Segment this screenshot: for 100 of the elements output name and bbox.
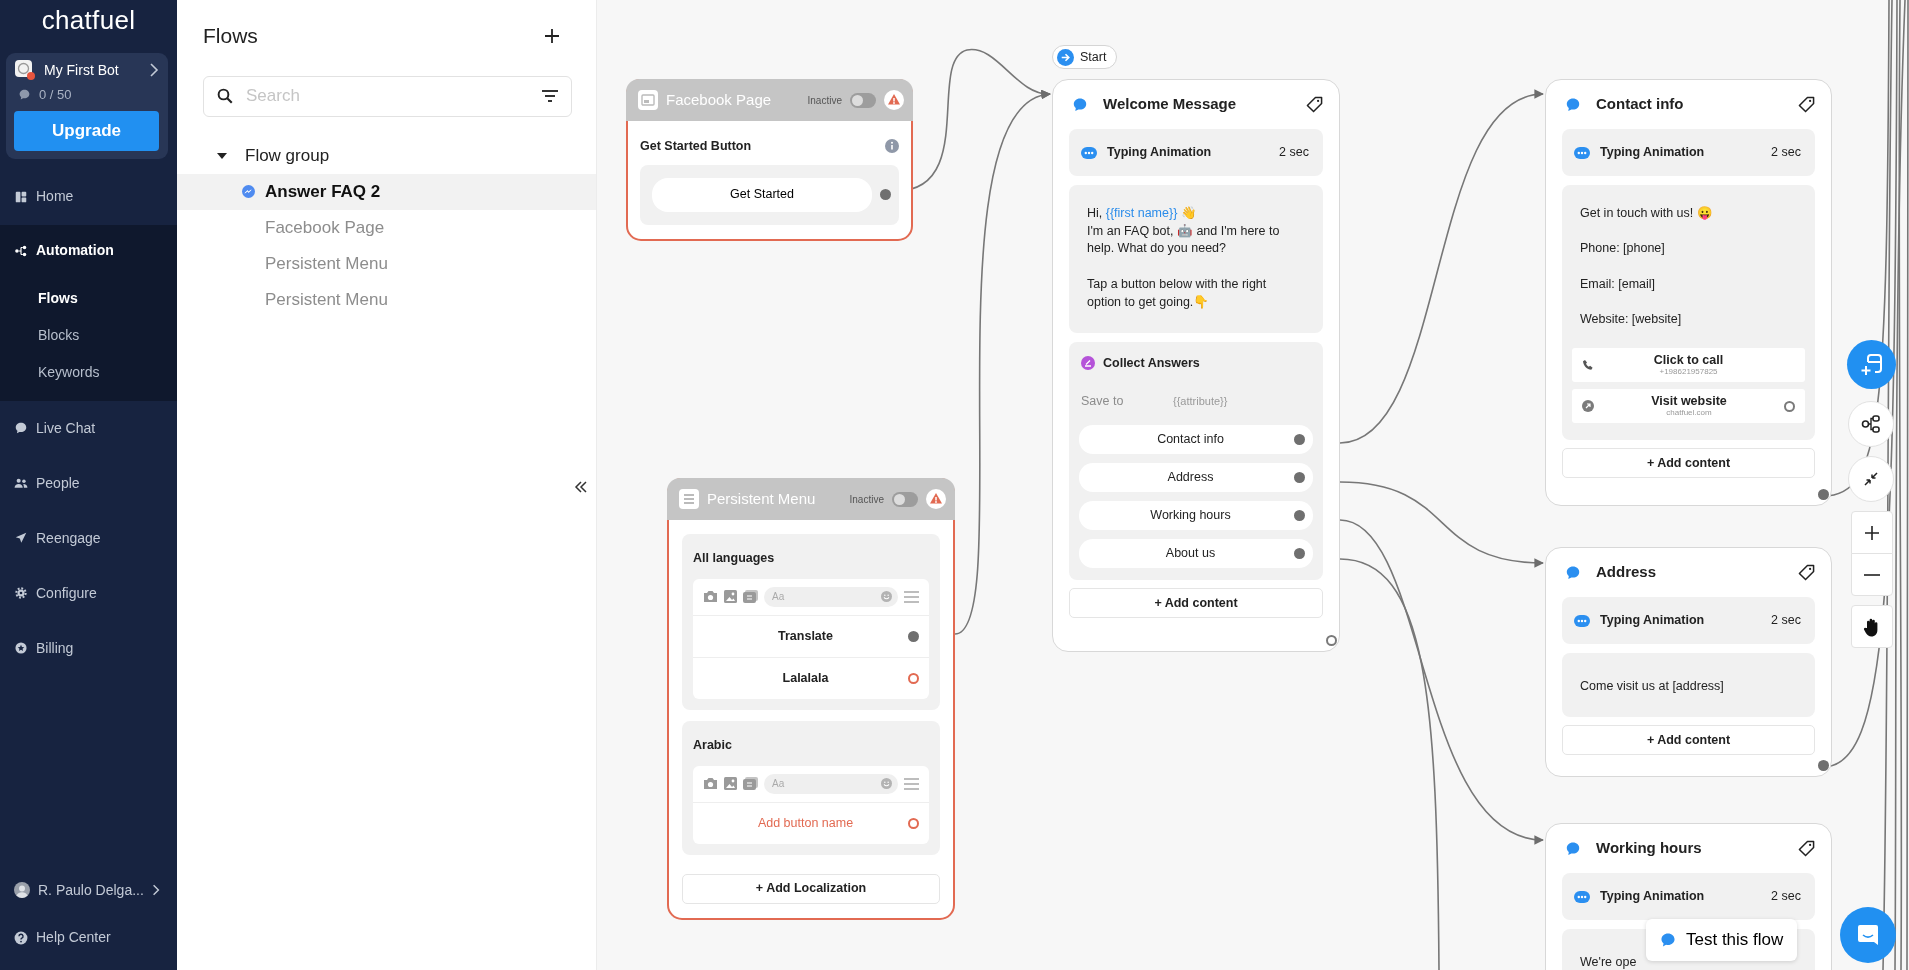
menu-button[interactable]: Translate: [693, 614, 929, 657]
message-button[interactable]: Click to call +198621957825: [1572, 348, 1805, 383]
button-title: Visit website: [1650, 394, 1728, 408]
connection-port[interactable]: [1294, 434, 1305, 445]
node-title: Persistent Menu: [707, 488, 817, 509]
tag-icon[interactable]: [1798, 96, 1815, 113]
camera-icon: [703, 777, 718, 790]
tag-icon[interactable]: [1306, 96, 1323, 113]
answer-button[interactable]: Contact info: [1079, 425, 1313, 454]
bot-avatar-icon: [14, 59, 36, 81]
answer-button[interactable]: Working hours: [1079, 501, 1313, 530]
composer-field[interactable]: Aa: [764, 773, 898, 794]
nav-item[interactable]: Configure: [0, 565, 177, 621]
card-title: Typing Animation: [1600, 888, 1705, 906]
connection-port[interactable]: [1326, 635, 1337, 646]
chevron-right-icon: [151, 884, 160, 896]
nav-item[interactable]: Live Chat: [0, 400, 177, 456]
connection-port[interactable]: [908, 630, 919, 642]
settings-icon: [14, 586, 28, 600]
fit-view-button[interactable]: [1848, 456, 1894, 502]
flow-group-row[interactable]: Flow group: [177, 137, 596, 174]
add-content-button[interactable]: + Add content: [1562, 448, 1815, 479]
button-title: Click to call: [1652, 353, 1725, 367]
gif-icon: [743, 590, 758, 604]
connection-port[interactable]: [880, 189, 891, 201]
message-input-field[interactable]: Aa: [770, 588, 810, 606]
chevron-right-icon[interactable]: [149, 63, 159, 77]
gif-icon: [743, 777, 758, 790]
bot-name[interactable]: My First Bot: [44, 59, 141, 81]
pan-button[interactable]: [1851, 605, 1893, 648]
block-title: Address: [1596, 562, 1658, 583]
connection-port[interactable]: [1818, 760, 1829, 771]
nav-item[interactable]: Home: [0, 168, 177, 225]
nav-subitem[interactable]: Flows: [0, 279, 177, 317]
menu-icon: [679, 489, 699, 509]
status-label: Inactive: [807, 93, 842, 108]
nav-item[interactable]: Automation: [0, 224, 177, 277]
connection-port[interactable]: [1818, 489, 1829, 500]
menu-button[interactable]: Lalalala: [693, 656, 929, 699]
toggle-switch[interactable]: [850, 92, 876, 108]
add-block-button[interactable]: [1847, 340, 1896, 389]
smiley-icon: [881, 778, 892, 789]
localization-title: All languages: [693, 550, 776, 567]
connection-port[interactable]: [1294, 472, 1305, 483]
collect-icon: [1081, 355, 1095, 370]
typing-icon: [1574, 614, 1590, 627]
page-icon: [638, 90, 658, 110]
message-count-icon: [18, 88, 31, 102]
filter-icon[interactable]: [541, 89, 559, 103]
people-icon: [14, 476, 28, 490]
user-menu[interactable]: R. Paulo Delga...: [0, 865, 177, 915]
status-label: Inactive: [849, 492, 884, 507]
duration-label: 2 sec: [1771, 144, 1801, 162]
arrow-right-icon: [1057, 48, 1074, 66]
nav-item[interactable]: People: [0, 455, 177, 511]
nav-subitem[interactable]: Keywords: [0, 353, 177, 391]
connection-port[interactable]: [1294, 510, 1305, 521]
search-field[interactable]: Search: [244, 82, 531, 110]
nodes-icon: [1861, 414, 1881, 434]
support-chat-button[interactable]: [1840, 907, 1896, 963]
nav-subitem[interactable]: Blocks: [0, 316, 177, 354]
flow-item[interactable]: Answer FAQ 2: [177, 173, 596, 210]
flow-button[interactable]: Get Started: [652, 177, 872, 212]
answer-button[interactable]: Address: [1079, 463, 1313, 492]
nav-item[interactable]: Reengage: [0, 510, 177, 566]
toggle-switch[interactable]: [892, 491, 918, 507]
message-text: Come visit us at [address]: [1580, 678, 1724, 695]
answer-button[interactable]: About us: [1079, 539, 1313, 568]
zoom-in-button[interactable]: [1851, 511, 1893, 554]
connection-port[interactable]: [1294, 548, 1305, 559]
help-link[interactable]: Help Center: [0, 915, 177, 970]
tag-icon[interactable]: [1798, 840, 1815, 857]
add-localization-button[interactable]: + Add Localization: [682, 873, 940, 904]
button-subtitle: +198621957825: [1658, 368, 1719, 377]
test-flow-button[interactable]: Test this flow: [1646, 919, 1798, 961]
duration-label: 2 sec: [1771, 612, 1801, 630]
plus-icon[interactable]: [544, 27, 560, 44]
add-content-button[interactable]: + Add content: [1562, 725, 1815, 755]
composer-field[interactable]: Aa: [764, 586, 898, 607]
connection-port[interactable]: [1784, 400, 1795, 412]
duration-label: 2 sec: [1771, 888, 1801, 906]
flow-map-button[interactable]: [1848, 401, 1894, 447]
add-content-button[interactable]: + Add content: [1069, 588, 1323, 618]
block-title: Working hours: [1596, 838, 1703, 859]
messenger-icon: [242, 185, 255, 198]
plus-icon: [1864, 524, 1880, 541]
collapse-panel-icon[interactable]: [574, 480, 588, 494]
duration-label: 2 sec: [1279, 144, 1309, 162]
collapse-arrows-icon: [1863, 471, 1879, 487]
logo[interactable]: chatfuel: [41, 0, 136, 44]
message-input-field[interactable]: Aa: [770, 775, 810, 792]
connection-port[interactable]: [908, 817, 919, 829]
message-text: We're ope: [1580, 954, 1637, 970]
message-button[interactable]: Visit website chatfuel.com: [1572, 389, 1805, 424]
image-icon: [724, 590, 737, 604]
nav-item[interactable]: Billing: [0, 620, 177, 676]
link-icon: [1582, 400, 1594, 413]
search-bar[interactable]: Search: [203, 75, 572, 117]
tag-icon[interactable]: [1798, 564, 1815, 581]
connection-port[interactable]: [908, 672, 919, 684]
